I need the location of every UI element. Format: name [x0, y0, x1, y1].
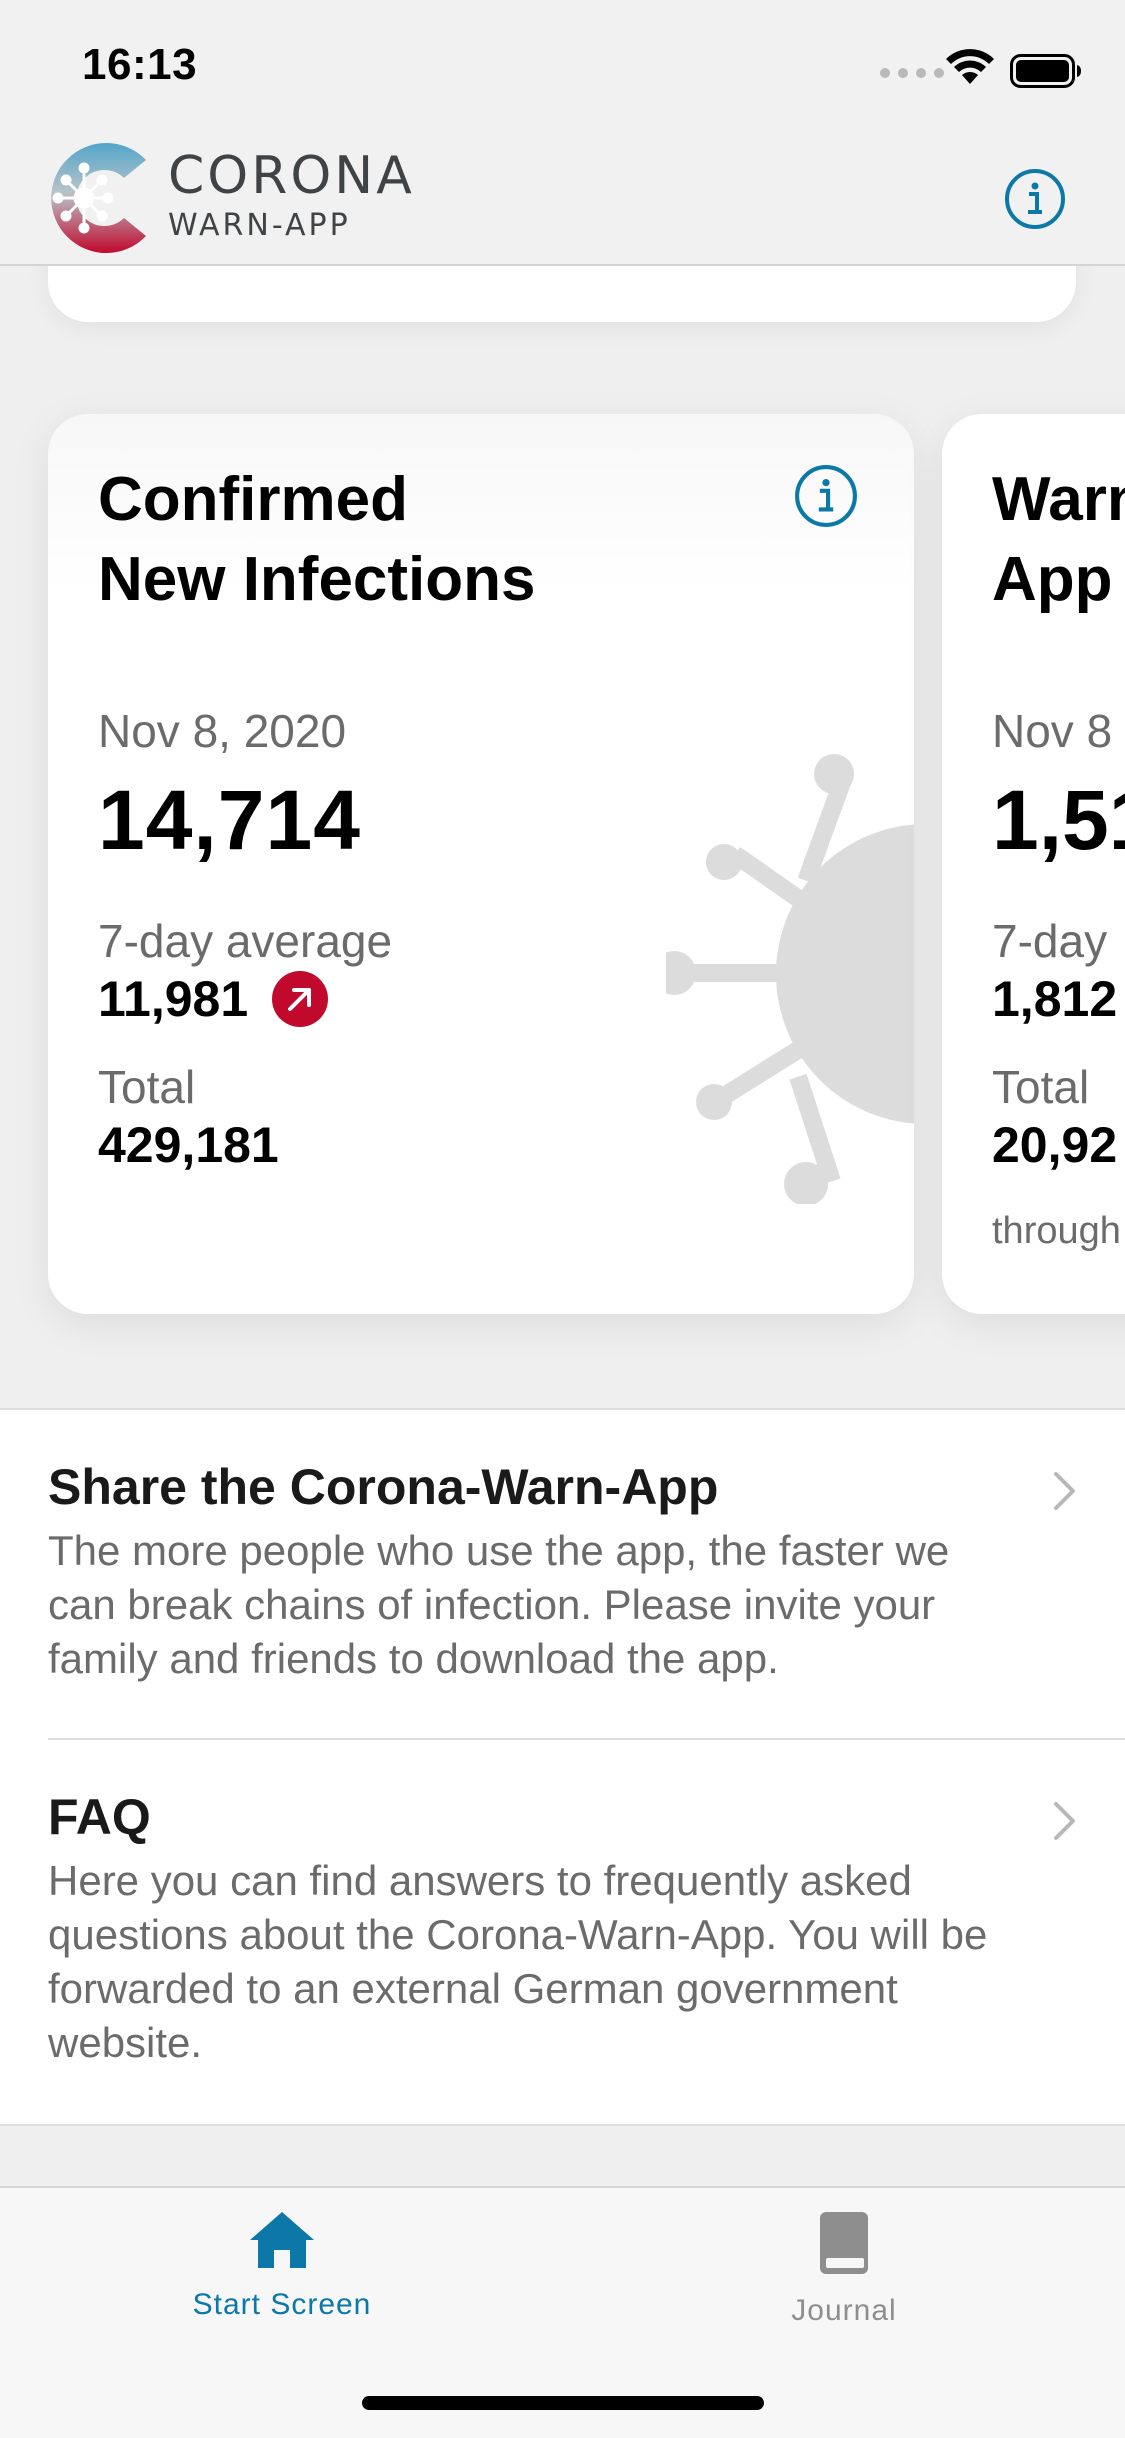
card-title: Warn App: [992, 460, 1125, 620]
info-icon[interactable]: [1004, 168, 1066, 230]
card-footnote: through: [992, 1210, 1121, 1252]
status-time: 16:13: [82, 40, 198, 89]
virus-illustration-icon: [666, 754, 914, 1204]
total-label: Total: [992, 1061, 1090, 1113]
trend-up-icon: [272, 971, 329, 1027]
battery-icon: [1010, 54, 1081, 88]
card-info-icon[interactable]: [794, 464, 858, 528]
tab-label: Start Screen: [192, 2288, 372, 2321]
avg-label: 7-day: [992, 915, 1108, 967]
total-value: 20,92: [992, 1117, 1118, 1173]
tab-start-screen[interactable]: Start Screen: [132, 2210, 432, 2322]
avg-value: 11,981: [98, 971, 249, 1027]
book-icon: [820, 2212, 868, 2274]
info-list: Share the Corona-Warn-App The more peopl…: [0, 1408, 1125, 2126]
app-header: CORONA WARN-APP: [0, 132, 1125, 266]
card-title-line2: New Infections: [98, 545, 536, 614]
wifi-icon: [946, 49, 994, 84]
list-item-body: The more people who use the app, the fas…: [48, 1527, 950, 1682]
chevron-right-icon: [1054, 1802, 1075, 1840]
cellular-signal-icon: [880, 68, 944, 78]
tab-journal[interactable]: Journal: [694, 2210, 994, 2328]
logo-title: CORONA: [168, 146, 415, 206]
corona-logo-icon: [51, 143, 146, 253]
main-content[interactable]: Confirmed New Infections Nov 8, 2020 14,…: [0, 266, 1125, 2186]
list-item-body: Here you can find answers to frequently …: [48, 1857, 988, 2066]
chevron-right-icon: [1054, 1472, 1075, 1510]
card-date: Nov 8, 2020: [98, 705, 347, 757]
total-value: 429,181: [98, 1117, 279, 1173]
card-title-line2: App: [992, 545, 1113, 614]
status-bar: 16:13: [0, 0, 1125, 132]
avg-label: 7-day average: [98, 915, 393, 967]
faq-item[interactable]: FAQ Here you can find answers to frequen…: [0, 1740, 1125, 2124]
card-title-line1: Warn: [992, 465, 1125, 534]
card-value: 1,51: [992, 773, 1125, 867]
previous-card: [48, 266, 1076, 322]
avg-value: 1,812: [992, 971, 1118, 1027]
warn-app-card[interactable]: Warn App Nov 8 1,51 7-day 1,812 Total 20…: [942, 414, 1125, 1314]
confirmed-infections-card[interactable]: Confirmed New Infections Nov 8, 2020 14,…: [48, 414, 914, 1314]
card-title-line1: Confirmed: [98, 465, 408, 534]
total-label: Total: [98, 1061, 196, 1113]
avg-row: 11,981: [98, 970, 329, 1028]
share-app-item[interactable]: Share the Corona-Warn-App The more peopl…: [0, 1410, 1125, 1738]
home-indicator[interactable]: [362, 2396, 764, 2410]
list-item-title: Share the Corona-Warn-App: [48, 1459, 719, 1515]
list-item-title: FAQ: [48, 1789, 151, 1845]
home-icon: [250, 2212, 314, 2268]
tab-label: Journal: [791, 2294, 897, 2327]
card-value: 14,714: [98, 773, 361, 867]
logo-subtitle: WARN-APP: [168, 208, 351, 243]
card-title: Confirmed New Infections: [98, 460, 536, 620]
card-date: Nov 8: [992, 705, 1113, 757]
